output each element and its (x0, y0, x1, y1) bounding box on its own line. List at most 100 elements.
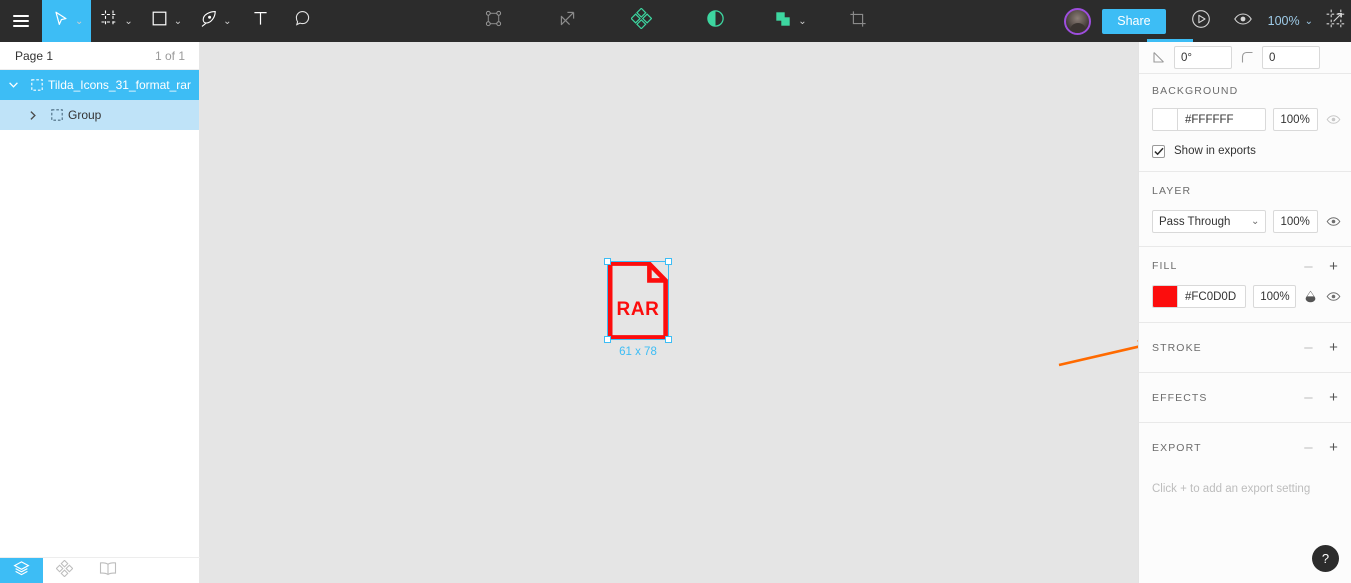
background-opacity-value: 100% (1280, 113, 1310, 126)
add-export-button[interactable]: + (1327, 440, 1341, 455)
rotation-input[interactable]: 0° (1174, 46, 1232, 69)
text-tool-button[interactable] (240, 0, 282, 42)
frame-tool-button[interactable]: ⌄ (91, 0, 140, 42)
remove-effect-button[interactable]: – (1302, 390, 1316, 405)
share-button[interactable]: Share (1102, 8, 1166, 34)
figma-window: ⌄ ⌄ ⌄ ⌄ ⌄ Share 100% ⌄ Page 1 1 of 1 Til… (0, 0, 1351, 583)
pen-nib-icon (199, 9, 218, 33)
eye-icon[interactable] (1325, 214, 1341, 229)
corner-radius-value: 0 (1269, 51, 1276, 64)
export-title: EXPORT (1152, 441, 1202, 454)
background-title: BACKGROUND (1152, 85, 1239, 97)
library-tab[interactable] (86, 558, 129, 583)
scale-tool-button[interactable] (472, 0, 514, 42)
zoom-level-dropdown[interactable]: 100% ⌄ (1264, 14, 1321, 28)
chevron-down-icon[interactable]: ⌄ (798, 17, 806, 27)
pen-tool-button[interactable]: ⌄ (190, 0, 239, 42)
union-tool-button[interactable]: ⌄ (764, 0, 814, 42)
chevron-down-icon: ⌄ (1304, 16, 1313, 27)
fill-color-value: #FC0D0D (1185, 290, 1237, 303)
page-row[interactable]: Page 1 1 of 1 (0, 42, 199, 70)
chevron-down-icon: ⌄ (1251, 216, 1260, 227)
mask-tool-button[interactable] (546, 0, 588, 42)
dimension-label: 61 x 78 (619, 346, 657, 358)
eye-icon[interactable] (1325, 112, 1341, 127)
frame-dashed-icon (46, 109, 68, 121)
components-tool-button[interactable] (620, 0, 662, 42)
frame-dashed-icon (26, 79, 48, 91)
fill-color-swatch[interactable] (1153, 286, 1178, 307)
fill-title: FILL (1152, 260, 1178, 272)
chevron-down-icon[interactable]: ⌄ (174, 17, 182, 27)
chevron-right-icon[interactable] (0, 110, 46, 120)
frame-icon (100, 9, 119, 33)
corner-radius-icon (1232, 51, 1262, 64)
page-count: 1 of 1 (154, 48, 185, 63)
toolbar-right-group: Share 100% ⌄ (1064, 0, 1351, 42)
layer-opacity-value: 100% (1280, 215, 1310, 228)
export-hint: Click + to add an export setting (1152, 483, 1311, 495)
background-color-value: #FFFFFF (1185, 113, 1234, 126)
layer-row-tilda-icons-31-format-rar[interactable]: Tilda_Icons_31_format_rar (0, 70, 199, 100)
remove-stroke-button[interactable]: – (1302, 340, 1316, 355)
properties-panel: 0° 0 BACKGROUND #FFFFFF 100% Show in exp… (1138, 39, 1351, 583)
top-toolbar: ⌄ ⌄ ⌄ ⌄ ⌄ Share 100% ⌄ (0, 0, 1351, 42)
layer-row-group[interactable]: Group (0, 100, 199, 130)
add-stroke-button[interactable]: + (1327, 340, 1341, 355)
chevron-down-icon[interactable] (0, 82, 26, 88)
blend-mode-select[interactable]: Pass Through ⌄ (1152, 210, 1267, 233)
components-diamond-icon (630, 7, 653, 34)
chevron-down-icon[interactable]: ⌄ (75, 17, 83, 27)
canvas-area[interactable]: RAR 61 x 78 (200, 42, 1138, 583)
resize-handle-top-right[interactable] (665, 258, 672, 265)
chevron-down-icon[interactable]: ⌄ (223, 17, 231, 27)
mask-arrow-icon (557, 8, 578, 34)
add-fill-button[interactable]: + (1327, 259, 1341, 274)
eyedropper-icon[interactable] (1303, 290, 1318, 304)
remove-fill-button[interactable]: – (1302, 259, 1316, 274)
toolbar-left-group: ⌄ ⌄ ⌄ ⌄ (0, 0, 324, 42)
book-open-icon (99, 561, 117, 581)
boolean-mask-tool-button[interactable] (694, 0, 736, 42)
layer-title: LAYER (1152, 185, 1192, 197)
add-effect-button[interactable]: + (1327, 390, 1341, 405)
components-tab[interactable] (43, 558, 86, 583)
page-label: Page 1 (15, 48, 54, 63)
background-section: BACKGROUND #FFFFFF 100% Show in exports (1139, 74, 1351, 172)
cursor-arrow-icon (51, 9, 70, 33)
present-button[interactable] (1180, 0, 1222, 42)
shape-tool-button[interactable]: ⌄ (141, 0, 190, 42)
resize-handle-top-left[interactable] (604, 258, 611, 265)
show-in-exports-checkbox[interactable] (1152, 144, 1165, 158)
move-tool-button[interactable]: ⌄ (42, 0, 92, 42)
user-avatar[interactable] (1064, 7, 1092, 35)
resize-handle-bottom-left[interactable] (604, 336, 611, 343)
stroke-title: STROKE (1152, 341, 1202, 354)
background-color-field[interactable]: #FFFFFF (1152, 108, 1267, 131)
show-in-exports-row[interactable]: Show in exports (1139, 138, 1351, 164)
effects-section: EFFECTS – + (1139, 373, 1351, 423)
crop-tool-button[interactable] (837, 0, 879, 42)
effects-title: EFFECTS (1152, 391, 1208, 404)
layers-tab[interactable] (0, 558, 43, 583)
layer-label: Tilda_Icons_31_format_rar (48, 78, 191, 92)
eye-icon[interactable] (1326, 289, 1341, 304)
fill-opacity-input[interactable]: 100% (1253, 285, 1297, 308)
background-color-swatch[interactable] (1153, 109, 1178, 130)
resize-handle-bottom-right[interactable] (665, 336, 672, 343)
corner-radius-input[interactable]: 0 (1262, 46, 1320, 69)
fill-color-field[interactable]: #FC0D0D (1152, 285, 1247, 308)
remove-export-button[interactable]: – (1302, 440, 1316, 455)
view-options-button[interactable] (1222, 0, 1264, 42)
fill-opacity-value: 100% (1260, 290, 1290, 303)
help-button[interactable]: ? (1312, 545, 1339, 572)
selection-bounding-box (604, 258, 672, 343)
background-opacity-input[interactable]: 100% (1273, 108, 1319, 131)
scale-fit-button[interactable] (1321, 0, 1351, 42)
hamburger-menu-button[interactable] (0, 0, 42, 42)
chevron-down-icon[interactable]: ⌄ (124, 17, 132, 27)
eye-view-icon (1233, 9, 1253, 34)
layer-opacity-input[interactable]: 100% (1273, 210, 1319, 233)
union-squares-icon (773, 9, 793, 34)
comment-tool-button[interactable] (282, 0, 324, 42)
